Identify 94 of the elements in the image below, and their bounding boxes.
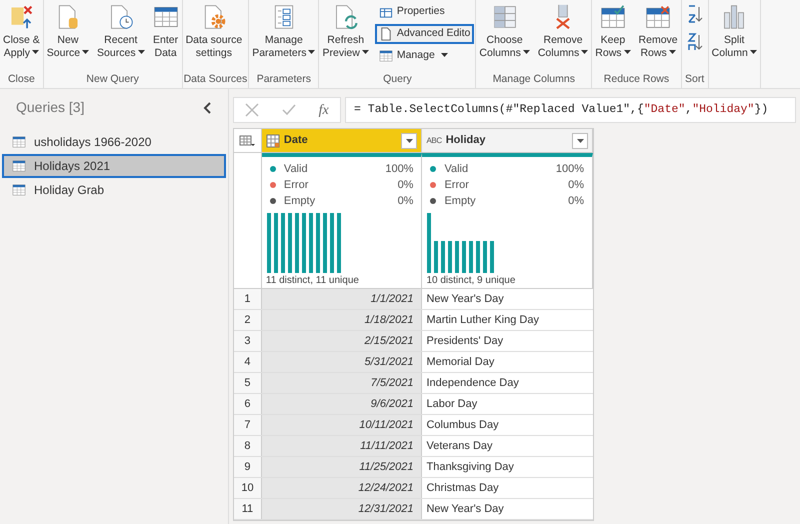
table-cell: 1/1/2021 (262, 289, 422, 309)
sort-ascending-icon[interactable] (686, 4, 703, 24)
row-number: 1 (234, 289, 262, 309)
profile-label: Error (444, 178, 470, 193)
ribbon-button[interactable]: Refresh Preview (320, 0, 371, 60)
check-icon[interactable] (282, 103, 296, 117)
table-columns-icon (492, 4, 518, 30)
ribbon-group-label: Reduce Rows (602, 72, 670, 87)
status-dot-icon (430, 182, 436, 188)
profile-value: 0% (398, 178, 414, 193)
table-cell: 7/5/2021 (262, 373, 422, 393)
table-cell: 11/25/2021 (262, 457, 422, 477)
document-icon (378, 27, 393, 41)
text-type-label: ABC (426, 134, 442, 146)
ribbon-button[interactable]: Split Column (710, 0, 759, 60)
row-number: 9 (234, 457, 262, 477)
table-x-icon (645, 4, 672, 30)
profile-label: Empty (444, 194, 477, 209)
ribbon-button[interactable]: Close & Apply (1, 0, 42, 60)
ribbon-group-label: Sort (684, 72, 706, 87)
table-cell: 1/18/2021 (262, 310, 422, 330)
ribbon-group-label: Close (6, 72, 36, 87)
ribbon-button[interactable]: Choose Columns (477, 0, 532, 60)
ribbon-group-label: New Query (85, 72, 140, 87)
row-number: 10 (234, 478, 262, 498)
table-cell: 10/11/2021 (262, 415, 422, 435)
table-cell: 12/31/2021 (262, 499, 422, 519)
table-cell: 2/15/2021 (262, 331, 422, 351)
table-icon (12, 183, 26, 197)
table-cell: 12/24/2021 (262, 478, 422, 498)
status-dot-icon (430, 166, 436, 172)
row-number: 4 (234, 352, 262, 372)
ribbon-button[interactable]: Remove Columns (536, 0, 590, 60)
query-item[interactable]: Holiday Grab (2, 178, 226, 202)
profile-value: 0% (568, 194, 585, 209)
status-dot-icon (270, 182, 276, 188)
ribbon-button[interactable]: New Source (44, 0, 92, 60)
ribbon-button[interactable]: Keep Rows (593, 0, 633, 60)
profile-label: Error (284, 178, 310, 193)
sort-descending-icon[interactable] (686, 32, 703, 52)
table-check-icon (600, 4, 626, 30)
ribbon-button[interactable]: Manage Parameters (250, 0, 318, 60)
calendar-table-icon (266, 134, 280, 148)
profile-value: 0% (398, 194, 414, 209)
filter-dropdown[interactable] (572, 132, 588, 148)
profile-value: 100% (385, 162, 414, 177)
ribbon-button[interactable]: Remove Rows (636, 0, 680, 60)
formula-field[interactable]: = Table.SelectColumns(#"Replaced Value1",{"Date","Holiday"}) (345, 97, 796, 123)
distinct-count: 10 distinct, 9 unique (426, 274, 516, 288)
profile-label: Valid (284, 162, 309, 177)
row-number: 5 (234, 373, 262, 393)
profile-label: Valid (444, 162, 470, 177)
table-icon (378, 49, 393, 63)
table-icon (152, 4, 179, 30)
table-cell: 11/11/2021 (262, 436, 422, 456)
caret-icon (576, 138, 584, 142)
row-number: 3 (234, 331, 262, 351)
distribution-histogram (427, 213, 496, 273)
ribbon-small-button[interactable]: Properties (374, 2, 474, 22)
row-number: 6 (234, 394, 262, 414)
distinct-count: 11 distinct, 11 unique (266, 274, 360, 288)
ribbon-group-label: Data Sources (184, 72, 248, 87)
ribbon-group-label: Parameters (256, 72, 312, 87)
table-cell: 9/6/2021 (262, 394, 422, 414)
row-number: 7 (234, 415, 262, 435)
status-dot-icon (270, 198, 276, 204)
column-header[interactable]: ABC Holiday (422, 129, 593, 152)
table-menu-icon[interactable] (239, 134, 256, 146)
table-icon (12, 135, 26, 149)
row-number: 8 (234, 436, 262, 456)
caret-icon (406, 138, 413, 142)
status-dot-icon (270, 166, 276, 172)
ribbon-small-button[interactable]: Advanced Edito (374, 24, 474, 44)
ribbon-button[interactable]: Data source settings (184, 0, 244, 60)
query-item[interactable]: usholidays 1966-2020 (2, 130, 226, 154)
filter-dropdown[interactable] (401, 132, 418, 148)
ribbon-button[interactable]: Enter Data (150, 0, 181, 60)
column-header[interactable]: Date (262, 129, 422, 152)
ribbon-group-label: Manage Columns (492, 72, 576, 87)
row-number: 2 (234, 310, 262, 330)
profile-value: 100% (556, 162, 585, 177)
fx-button[interactable]: fx (318, 100, 329, 120)
query-item[interactable]: Holidays 2021 (2, 154, 226, 178)
ribbon-small-button[interactable]: Manage (374, 46, 474, 66)
profile-value: 0% (568, 178, 585, 193)
table-icon (12, 159, 26, 173)
row-number: 11 (234, 499, 262, 519)
queries-title: Queries [3] (16, 98, 84, 117)
collapse-icon[interactable] (202, 102, 212, 114)
table-cell: 5/31/2021 (262, 352, 422, 372)
ribbon-button[interactable]: Recent Sources (95, 0, 147, 60)
ribbon-group-label: Query (382, 72, 413, 87)
status-dot-icon (430, 198, 436, 204)
profile-label: Empty (284, 194, 316, 209)
